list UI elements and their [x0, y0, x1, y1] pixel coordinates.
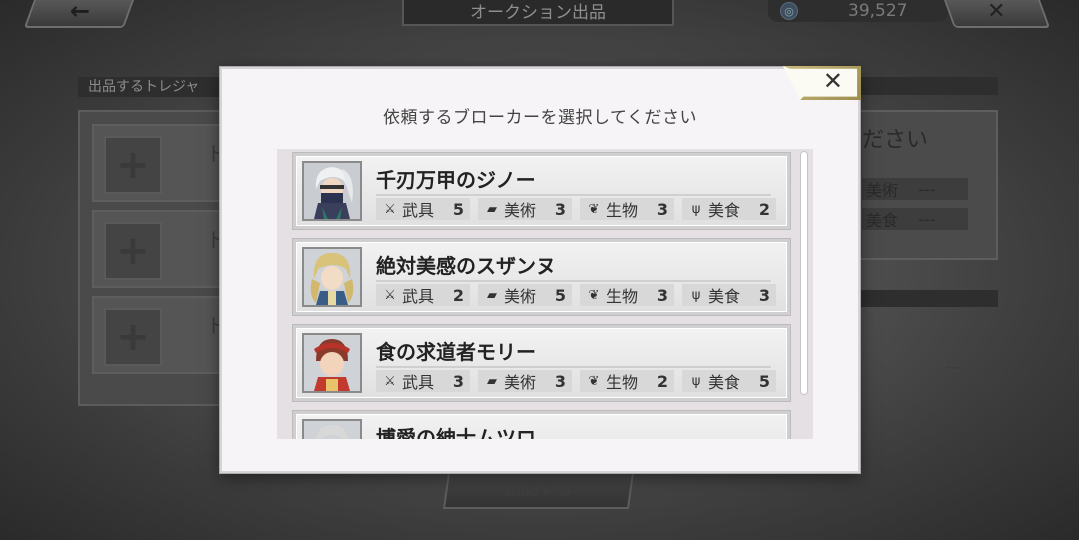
back-button[interactable]: ←: [23, 0, 137, 28]
stat-creatures: ❦ 生物 2: [580, 370, 674, 392]
stat-cuisine: ψ 美食 3: [682, 284, 776, 306]
stat-label: 美食: [708, 201, 741, 220]
row-label: 美術: [866, 181, 899, 200]
coin-icon: ◎: [780, 2, 798, 20]
treasure-slot[interactable]: + ト: [92, 210, 226, 288]
weapon-icon: ⚔: [384, 201, 396, 217]
stat-cuisine: ψ 美食 5: [682, 370, 776, 392]
stat-label: 美食: [708, 287, 741, 306]
broker-stats: ⚔ 武具 5 ▰ 美術 3 ❦ 生物 3 ψ 美食 2: [376, 198, 776, 220]
row-value: ---: [918, 179, 936, 199]
broker-portrait: [302, 247, 362, 307]
stat-label: 武具: [402, 287, 435, 306]
stat-label: 生物: [606, 201, 639, 220]
stat-weapons: ⚔ 武具 2: [376, 284, 470, 306]
art-icon: ▰: [487, 201, 497, 217]
creature-icon: ❦: [588, 373, 600, 389]
stat-label: 生物: [606, 287, 639, 306]
fork-knife-icon: ψ: [691, 373, 701, 389]
stat-value: 3: [554, 371, 566, 391]
stat-weapons: ⚔ 武具 5: [376, 198, 470, 220]
row-value: ---: [918, 209, 936, 229]
stat-art: ▰ 美術 5: [478, 284, 572, 306]
close-screen-button[interactable]: ✕: [941, 0, 1051, 28]
stat-value: 3: [656, 199, 668, 219]
stat-value: 5: [758, 371, 770, 391]
stat-value: 3: [758, 285, 770, 305]
weapon-icon: ⚔: [384, 287, 396, 303]
treasure-slot[interactable]: + ト: [92, 296, 226, 374]
stat-value: 3: [656, 285, 668, 305]
weapon-icon: ⚔: [384, 373, 396, 389]
stat-value: 2: [452, 285, 464, 305]
plus-icon: +: [104, 136, 162, 194]
stat-value: 5: [554, 285, 566, 305]
broker-list-scrollbar[interactable]: [800, 151, 808, 395]
plus-icon: +: [104, 308, 162, 366]
stat-label: 生物: [606, 373, 639, 392]
creature-icon: ❦: [588, 287, 600, 303]
stat-label: 美術: [504, 373, 537, 392]
broker-stats: ⚔ 武具 2 ▰ 美術 5 ❦ 生物 3 ψ 美食 3: [376, 284, 776, 306]
stat-creatures: ❦ 生物 3: [580, 198, 674, 220]
broker-card[interactable]: 食の求道者モリー ⚔ 武具 3 ▰ 美術 3 ❦ 生物 2 ψ 美食 5: [293, 325, 790, 401]
broker-portrait: [302, 161, 362, 221]
treasure-section-label: 出品するトレジャ: [78, 77, 238, 97]
fork-knife-icon: ψ: [691, 201, 701, 217]
dialog-close-button[interactable]: ✕: [783, 66, 861, 100]
plus-icon: +: [104, 222, 162, 280]
stat-label: 美術: [504, 201, 537, 220]
stat-value: 5: [452, 199, 464, 219]
right-header-strip: [858, 77, 998, 95]
treasure-slots-panel: + ト + ト + ト: [78, 110, 228, 406]
broker-card[interactable]: 絶対美感のスザンヌ ⚔ 武具 2 ▰ 美術 5 ❦ 生物 3 ψ 美食 3: [293, 239, 790, 315]
right-header-strip: [858, 290, 998, 307]
broker-select-dialog: ✕ 依頼するブローカーを選択してください 千刃万甲のジノー ⚔ 武具 5 ▰ 美…: [220, 66, 861, 473]
broker-card[interactable]: 千刃万甲のジノー ⚔ 武具 5 ▰ 美術 3 ❦ 生物 3 ψ 美食 2: [293, 153, 790, 229]
stat-cuisine: ψ 美食 2: [682, 198, 776, 220]
row-label: 美食: [866, 211, 899, 230]
treasure-slot[interactable]: + ト: [92, 124, 226, 202]
broker-portrait: [302, 333, 362, 393]
broker-info-panel: ださい 美術 --- 美食 ---: [858, 110, 998, 260]
dialog-title: 依頼するブローカーを選択してください: [383, 108, 697, 128]
broker-info-title: ださい: [862, 128, 929, 153]
stat-value: 2: [758, 199, 770, 219]
broker-info-row: 美食 ---: [862, 208, 968, 230]
fork-knife-icon: ψ: [691, 287, 701, 303]
broker-name: 絶対美感のスザンヌ: [376, 250, 771, 282]
currency-value: 39,527: [848, 1, 908, 21]
broker-name: 食の求道者モリー: [376, 336, 771, 368]
stat-creatures: ❦ 生物 3: [580, 284, 674, 306]
broker-info-row: 美術 ---: [862, 178, 968, 200]
broker-card[interactable]: 博愛の紳士ムツロ: [293, 411, 790, 439]
broker-stats: ⚔ 武具 3 ▰ 美術 3 ❦ 生物 2 ψ 美食 5: [376, 370, 776, 392]
stat-value: 3: [554, 199, 566, 219]
stat-label: 美食: [708, 373, 741, 392]
screen-title: オークション出品: [402, 0, 674, 26]
stat-art: ▰ 美術 3: [478, 370, 572, 392]
stat-label: 武具: [402, 201, 435, 220]
stat-weapons: ⚔ 武具 3: [376, 370, 470, 392]
stat-label: 武具: [402, 373, 435, 392]
stat-value: 2: [656, 371, 668, 391]
art-icon: ▰: [487, 287, 497, 303]
broker-list[interactable]: 千刃万甲のジノー ⚔ 武具 5 ▰ 美術 3 ❦ 生物 3 ψ 美食 2 絶対美…: [277, 149, 813, 439]
close-icon: ✕: [986, 0, 1006, 24]
broker-name: 博愛の紳士ムツロ: [376, 422, 771, 439]
arrow-left-icon: ←: [69, 0, 91, 25]
broker-name: 千刃万甲のジノー: [376, 164, 771, 196]
close-icon: ✕: [822, 67, 843, 95]
price-value: ---: [946, 360, 962, 376]
art-icon: ▰: [487, 373, 497, 389]
stat-label: 美術: [504, 287, 537, 306]
price-info-panel: ---: [858, 308, 998, 408]
creature-icon: ❦: [588, 201, 600, 217]
currency-display: ◎ 39,527: [768, 0, 948, 22]
top-bar: ← オークション出品 ◎ 39,527 ✕: [0, 0, 1079, 28]
stat-value: 3: [452, 371, 464, 391]
broker-portrait: [302, 419, 362, 439]
stat-art: ▰ 美術 3: [478, 198, 572, 220]
